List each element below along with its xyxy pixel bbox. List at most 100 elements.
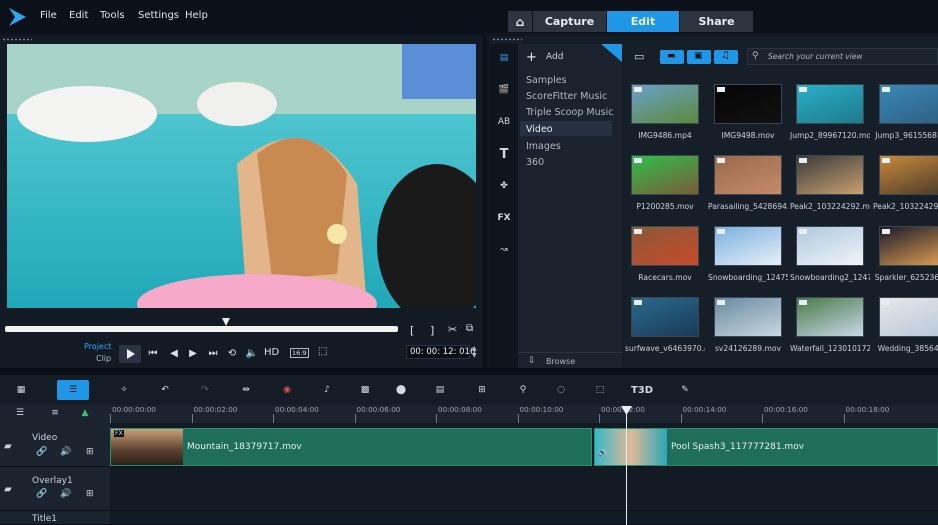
- library-grip[interactable]: [492, 38, 522, 41]
- timecode-display[interactable]: 00: 00: 12: 016: [406, 345, 475, 359]
- redo-icon[interactable]: ↷: [197, 383, 213, 397]
- panel-divider[interactable]: [0, 368, 938, 375]
- media-thumbnail[interactable]: [796, 84, 864, 124]
- filter-fx-icon[interactable]: FX: [494, 210, 514, 226]
- menu-edit[interactable]: Edit: [69, 10, 88, 21]
- overlay-audio-icon[interactable]: 🔊: [60, 489, 71, 499]
- repeat-button[interactable]: ⟲: [225, 347, 239, 359]
- play-button[interactable]: [119, 345, 141, 363]
- overlay-link-icon[interactable]: 🔗: [36, 489, 47, 499]
- track-manager-icon[interactable]: ☰: [12, 407, 28, 419]
- volume-button[interactable]: 🔈: [245, 347, 259, 359]
- menu-file[interactable]: File: [40, 10, 57, 21]
- painting-creator-icon[interactable]: ✎: [677, 383, 693, 397]
- show-audio-toggle[interactable]: ♫: [714, 50, 738, 64]
- multi-trim-icon[interactable]: ⊞: [474, 383, 490, 397]
- timeline-clip[interactable]: 🔊 Pool Spash3_117777281.mov: [594, 428, 938, 466]
- mark-in-button[interactable]: [: [410, 324, 414, 337]
- transition-icon[interactable]: AB: [494, 114, 514, 130]
- hd-preview-toggle[interactable]: HD: [264, 347, 279, 358]
- add-marker-icon[interactable]: ▲: [77, 407, 93, 419]
- motion-tracking-icon[interactable]: ⬤: [391, 383, 411, 397]
- track-grid-icon[interactable]: ⊞: [86, 447, 94, 457]
- media-thumbnail[interactable]: [796, 155, 864, 195]
- browse-button[interactable]: ⇩ Browse: [518, 352, 622, 368]
- display-options-icon[interactable]: ⬚: [318, 346, 327, 357]
- time-remapping-icon[interactable]: ⚲: [515, 383, 531, 397]
- next-frame-button[interactable]: ▶: [186, 347, 200, 359]
- track-audio-icon[interactable]: 🔊: [60, 447, 71, 457]
- media-thumbnail[interactable]: [714, 226, 782, 266]
- fit-project-icon[interactable]: ⇹: [237, 383, 255, 397]
- search-input[interactable]: Search your current view: [768, 52, 863, 61]
- tab-share[interactable]: Share: [680, 11, 753, 32]
- media-thumbnail[interactable]: [714, 84, 782, 124]
- clip-mode[interactable]: Clip: [96, 354, 111, 363]
- tree-item-triple-scoop-music[interactable]: Triple Scoop Music: [526, 107, 613, 118]
- 3d-title-icon[interactable]: T3D: [631, 383, 653, 397]
- timeline-playhead[interactable]: [626, 410, 627, 525]
- library-search[interactable]: ⚲ Search your current view: [747, 48, 938, 65]
- add-folder-button[interactable]: Add: [546, 52, 563, 62]
- home-tab[interactable]: ⌂: [508, 11, 532, 32]
- menu-settings[interactable]: Settings: [138, 10, 179, 21]
- media-thumbnail[interactable]: [796, 226, 864, 266]
- subtitle-editor-icon[interactable]: ▤: [432, 383, 448, 397]
- add-folder-icon[interactable]: +: [526, 50, 537, 65]
- overlay-track[interactable]: [110, 467, 938, 511]
- media-category-icon[interactable]: ▤: [494, 50, 514, 66]
- sound-mixer-icon[interactable]: ♪: [319, 383, 335, 397]
- pan-zoom-icon[interactable]: ⬚: [592, 383, 608, 397]
- media-thumbnail[interactable]: [631, 84, 699, 124]
- tree-item-images[interactable]: Images: [526, 141, 561, 152]
- media-thumbnail[interactable]: [879, 155, 938, 195]
- record-capture-icon[interactable]: ◉: [279, 383, 295, 397]
- path-icon[interactable]: ↝: [494, 242, 514, 258]
- media-thumbnail[interactable]: [714, 155, 782, 195]
- media-thumbnail[interactable]: [879, 84, 938, 124]
- home-start-button[interactable]: ⏮: [146, 347, 160, 359]
- media-thumbnail[interactable]: [631, 155, 699, 195]
- tools-icon[interactable]: ✧: [116, 383, 132, 397]
- folder-icon[interactable]: ▭: [634, 50, 644, 63]
- menu-help[interactable]: Help: [185, 10, 208, 21]
- tree-item-scorefitter-music[interactable]: ScoreFitter Music: [526, 91, 607, 102]
- project-mode[interactable]: Project: [84, 342, 111, 351]
- show-videos-toggle[interactable]: ▬: [660, 50, 684, 64]
- tree-item-video[interactable]: Video: [526, 124, 553, 135]
- enlarge-icon[interactable]: ⧉: [466, 323, 473, 334]
- panel-grip[interactable]: [2, 38, 32, 41]
- media-thumbnail[interactable]: [796, 297, 864, 337]
- split-clip-icon[interactable]: ✂: [448, 323, 457, 336]
- graphic-icon[interactable]: ✤: [494, 178, 514, 194]
- media-thumbnail[interactable]: [879, 297, 938, 337]
- timeline-view-icon[interactable]: ☰: [57, 380, 89, 400]
- end-button[interactable]: ⏭: [206, 347, 220, 359]
- tree-item-samples[interactable]: Samples: [526, 75, 567, 86]
- instant-project-icon[interactable]: 🎬: [494, 82, 514, 98]
- timeline-clip[interactable]: FX Mountain_18379717.mov: [110, 428, 592, 466]
- title-icon[interactable]: T: [494, 146, 514, 162]
- media-thumbnail[interactable]: [879, 226, 938, 266]
- scrub-bar[interactable]: [5, 326, 398, 332]
- media-thumbnail[interactable]: [631, 297, 699, 337]
- mark-out-button[interactable]: ]: [430, 324, 434, 337]
- timecode-spinner[interactable]: ▲ ▼: [472, 345, 477, 359]
- aspect-ratio-selector[interactable]: 16:9: [290, 348, 309, 358]
- media-thumbnail[interactable]: [714, 297, 782, 337]
- menu-tools[interactable]: Tools: [100, 10, 125, 21]
- auto-music-icon[interactable]: ▩: [357, 383, 373, 397]
- overlay-grid-icon[interactable]: ⊞: [86, 489, 94, 499]
- tab-capture[interactable]: Capture: [533, 11, 606, 32]
- title-track[interactable]: [110, 511, 938, 525]
- tree-item-360[interactable]: 360: [526, 157, 544, 168]
- chapter-cue-icon[interactable]: ≡: [47, 407, 63, 419]
- track-link-icon[interactable]: 🔗: [36, 447, 47, 457]
- media-thumbnail[interactable]: [631, 226, 699, 266]
- show-photos-toggle[interactable]: ▣: [687, 50, 711, 64]
- storyboard-view-icon[interactable]: ▦: [12, 383, 30, 397]
- undo-icon[interactable]: ↶: [157, 383, 173, 397]
- previous-frame-button[interactable]: ◀: [167, 347, 181, 359]
- mask-creator-icon[interactable]: ◌: [553, 383, 569, 397]
- tab-edit[interactable]: Edit: [607, 11, 679, 32]
